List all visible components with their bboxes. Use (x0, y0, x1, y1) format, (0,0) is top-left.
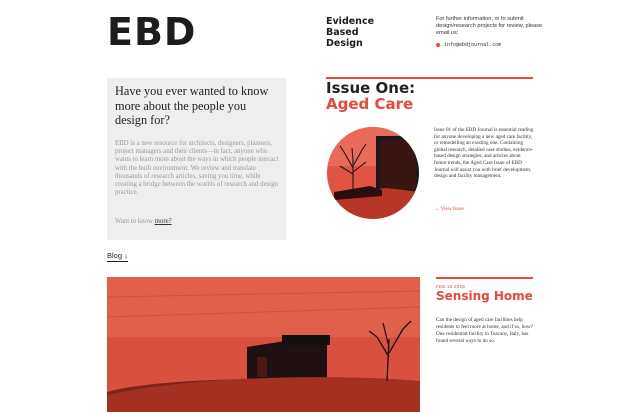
tagline-line: Evidence (326, 16, 375, 27)
about-question: Have you ever wanted to know more about … (115, 84, 269, 127)
issue-subtitle[interactable]: Aged Care (326, 96, 413, 112)
tagline-line: Based (326, 27, 359, 38)
post-divider (436, 277, 533, 279)
about-more-prefix: Want to know (115, 218, 153, 225)
post-image[interactable] (107, 277, 420, 412)
bullet-dot-icon (436, 43, 440, 47)
issue-image[interactable] (326, 126, 420, 220)
email-link[interactable]: info@ebdjournal.com (444, 42, 501, 48)
about-body: EBD is a new resource for architects, de… (115, 140, 279, 197)
view-issue-link[interactable]: → View Issue (434, 206, 464, 212)
email-row[interactable]: info@ebdjournal.com (436, 42, 501, 48)
about-panel: Have you ever wanted to know more about … (107, 78, 286, 240)
blog-toggle[interactable]: Blog ↓ (107, 251, 128, 262)
issue-title[interactable]: Issue One: (326, 80, 415, 96)
more-link[interactable]: more? (155, 218, 172, 225)
about-more: Want to know more? (115, 218, 172, 225)
issue-description: Issue 01 of the EBD Journal is essential… (434, 127, 534, 180)
tagline-line: Design (326, 38, 363, 49)
contact-text: For further information, or to submit de… (436, 16, 543, 36)
tagline: Evidence Based Design (326, 16, 374, 49)
post-excerpt: Can the design of aged care facilities h… (436, 317, 533, 344)
post-title[interactable]: Sensing Home (436, 289, 533, 303)
logo[interactable]: EBD (107, 10, 196, 54)
